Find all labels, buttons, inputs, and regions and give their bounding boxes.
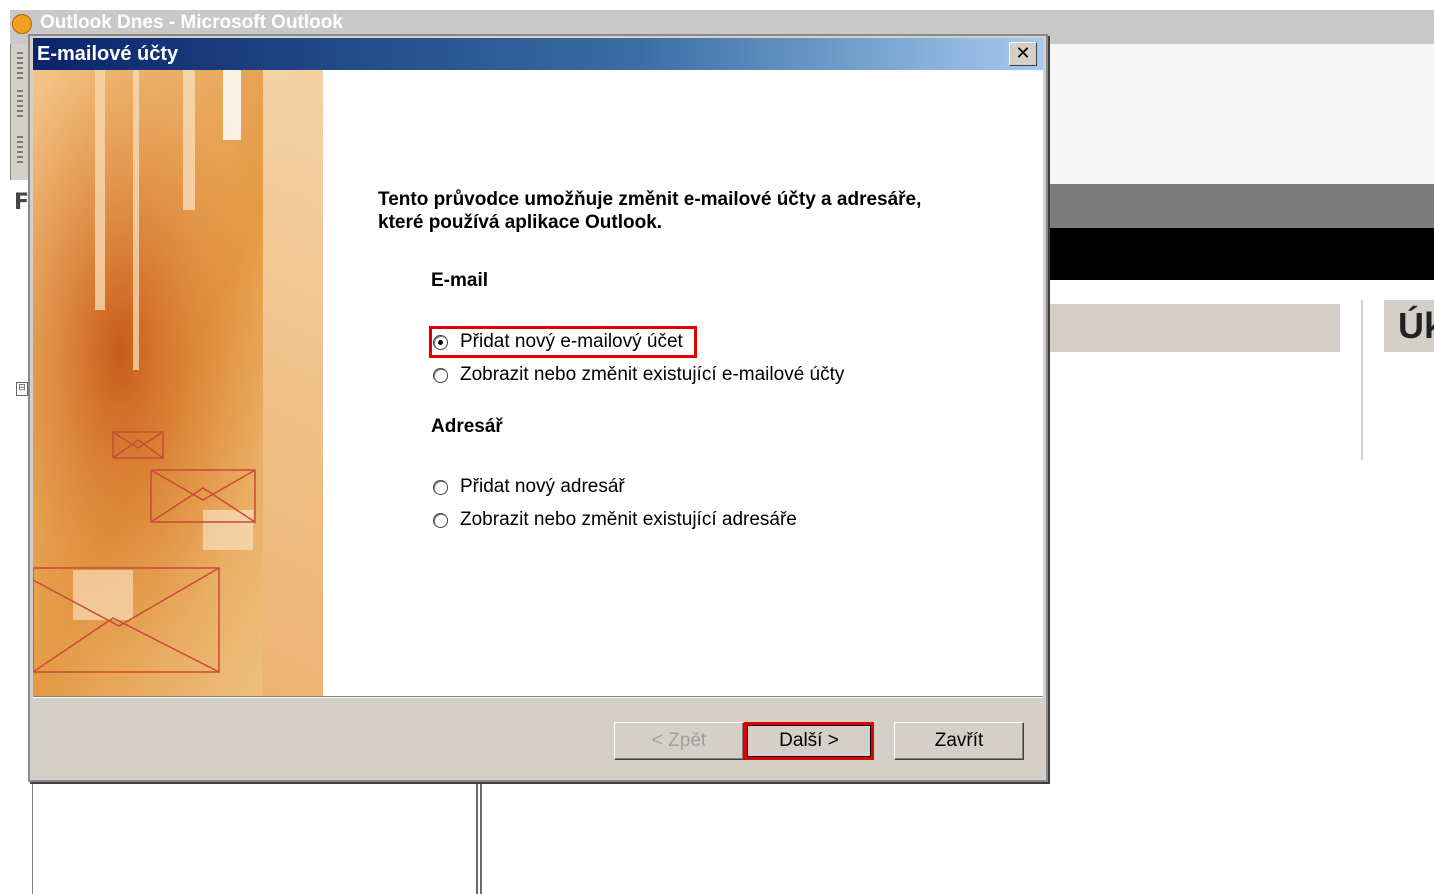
dialog-titlebar[interactable]: E-mailové účty ✕ bbox=[33, 38, 1043, 70]
radio-label: Přidat nový e-mailový účet bbox=[460, 331, 683, 352]
outlook-band bbox=[1048, 184, 1434, 228]
next-button[interactable]: Další > bbox=[744, 722, 874, 760]
outlook-window-title: Outlook Dnes - Microsoft Outlook bbox=[40, 12, 343, 33]
radio-add-addressbook[interactable]: Přidat nový adresář bbox=[433, 474, 625, 500]
close-button[interactable]: Zavřít bbox=[894, 722, 1024, 760]
radio-button[interactable] bbox=[433, 512, 448, 528]
toolbar-grip-handle[interactable] bbox=[17, 52, 23, 82]
dialog-body: Tento průvodce umožňuje změnit e-mailové… bbox=[33, 70, 1043, 696]
outlook-toolbar-area bbox=[1048, 44, 1434, 184]
pane-splitter[interactable] bbox=[476, 780, 482, 894]
radio-view-addressbooks[interactable]: Zobrazit nebo změnit existující adresáře bbox=[433, 507, 797, 533]
email-section-title: E-mail bbox=[431, 270, 489, 291]
calendar-column-header bbox=[1048, 304, 1340, 352]
navigation-pane-header: F bbox=[14, 190, 30, 215]
radio-button[interactable] bbox=[433, 367, 448, 383]
radio-view-email-accounts[interactable]: Zobrazit nebo změnit existující e-mailov… bbox=[433, 362, 844, 388]
addressbook-section-title: Adresář bbox=[431, 416, 503, 437]
outlook-today-header bbox=[1048, 228, 1434, 280]
email-accounts-dialog: E-mailové účty ✕ Tento průvodce umožňuje… bbox=[28, 34, 1048, 782]
outlook-app-icon bbox=[12, 14, 32, 34]
radio-button-selected[interactable] bbox=[433, 334, 448, 350]
radio-label: Přidat nový adresář bbox=[460, 476, 625, 497]
radio-label: Zobrazit nebo změnit existující adresáře bbox=[460, 509, 797, 530]
radio-label: Zobrazit nebo změnit existující e-mailov… bbox=[460, 364, 845, 385]
wizard-intro-text: Tento průvodce umožňuje změnit e-mailové… bbox=[378, 189, 922, 233]
toolbar-grip-handle[interactable] bbox=[17, 136, 23, 166]
dialog-divider bbox=[33, 696, 1043, 698]
radio-button[interactable] bbox=[433, 479, 448, 495]
wizard-banner-image bbox=[33, 70, 323, 696]
radio-add-email-account[interactable]: Přidat nový e-mailový účet bbox=[433, 329, 683, 355]
tasks-column-header: Úk bbox=[1384, 300, 1434, 352]
column-separator bbox=[1361, 300, 1363, 460]
back-button[interactable]: < Zpět bbox=[614, 722, 744, 760]
dialog-title: E-mailové účty bbox=[37, 43, 179, 65]
tree-expander-icon[interactable]: ⊟ bbox=[16, 382, 28, 396]
toolbar-grip-handle[interactable] bbox=[17, 90, 23, 120]
close-icon[interactable]: ✕ bbox=[1009, 42, 1037, 66]
